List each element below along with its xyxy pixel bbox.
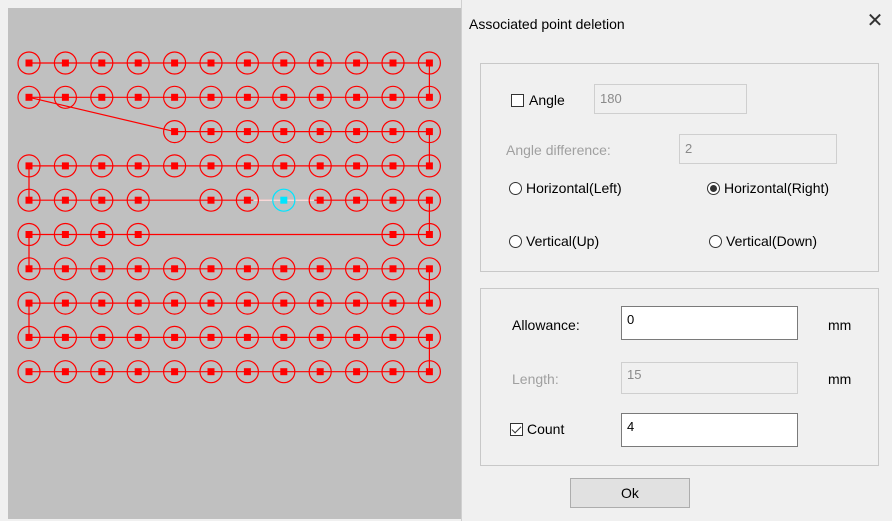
count-checkbox[interactable]	[510, 423, 523, 436]
allowance-group: Allowance: 0 mm Length: 15 mm Count 4	[480, 288, 879, 466]
point-canvas[interactable]	[8, 8, 461, 519]
associated-point-deletion-dialog: Associated point deletion ✕ Angle 180 An…	[461, 0, 892, 521]
length-label: Length:	[512, 371, 559, 387]
radio-vertical-up[interactable]	[509, 235, 522, 248]
length-unit: mm	[828, 371, 852, 387]
ok-button[interactable]: Ok	[570, 478, 690, 508]
length-field: 15	[621, 362, 798, 394]
allowance-label: Allowance:	[512, 317, 580, 333]
radio-horizontal-right-label: Horizontal(Right)	[724, 180, 830, 196]
angle-checkbox-label: Angle	[529, 92, 565, 108]
angle-difference-label: Angle difference:	[506, 142, 611, 158]
path-segment	[28, 96, 175, 133]
angle-direction-group: Angle 180 Angle difference: 2 Horizontal…	[480, 63, 879, 272]
angle-field: 180	[594, 84, 747, 114]
angle-difference-field: 2	[679, 134, 837, 164]
point-grid[interactable]	[8, 8, 461, 519]
allowance-unit: mm	[828, 317, 852, 333]
allowance-input[interactable]: 0	[621, 306, 798, 340]
count-checkbox-label: Count	[527, 421, 565, 437]
radio-vertical-up-label: Vertical(Up)	[526, 233, 600, 249]
angle-checkbox[interactable]	[511, 94, 524, 107]
radio-vertical-down[interactable]	[709, 235, 722, 248]
radio-horizontal-left-label: Horizontal(Left)	[526, 180, 622, 196]
dialog-title: Associated point deletion	[469, 16, 625, 32]
radio-horizontal-right[interactable]	[707, 182, 720, 195]
radio-vertical-down-label: Vertical(Down)	[726, 233, 818, 249]
radio-horizontal-left[interactable]	[509, 182, 522, 195]
close-icon[interactable]: ✕	[863, 10, 887, 34]
count-input[interactable]: 4	[621, 413, 798, 447]
